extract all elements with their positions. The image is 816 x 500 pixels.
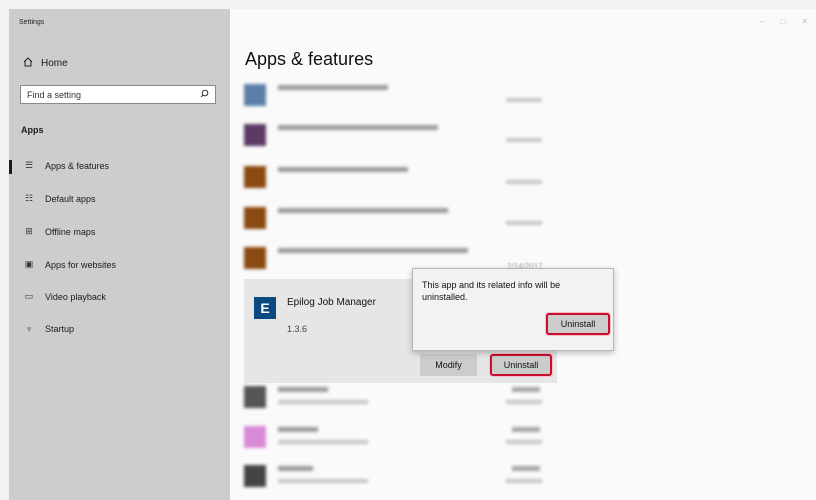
app-name-blurred — [278, 208, 448, 213]
settings-window: Settings Home Find a setting Apps ☰ Apps… — [9, 9, 816, 500]
home-link[interactable]: Home — [23, 57, 68, 70]
app-icon — [244, 465, 266, 487]
app-list-item[interactable] — [244, 120, 544, 150]
apps-for-websites-icon: ▣ — [24, 259, 34, 269]
app-date-blurred — [506, 138, 542, 142]
uninstall-flyout: This app and its related info will be un… — [412, 268, 614, 351]
app-version: 1.3.6 — [287, 324, 308, 334]
sidebar-item-apps-features[interactable]: ☰ Apps & features — [23, 160, 109, 171]
app-list-item[interactable] — [244, 80, 544, 110]
close-icon[interactable]: ✕ — [801, 17, 808, 26]
sidebar-item-label: Default apps — [45, 193, 96, 204]
app-icon — [244, 386, 266, 408]
app-size-blurred — [512, 387, 540, 392]
app-name-blurred — [278, 248, 468, 253]
sidebar-item-label: Video playback — [45, 291, 106, 302]
startup-icon: ♆ — [25, 324, 33, 334]
section-heading: Apps — [21, 125, 44, 135]
app-icon — [244, 166, 266, 188]
app-publisher-blurred — [278, 479, 368, 483]
app-name-blurred — [278, 167, 408, 172]
confirm-uninstall-button[interactable]: Uninstall — [546, 313, 610, 335]
sidebar-item-offline-maps[interactable]: ⊞ Offline maps — [23, 226, 95, 237]
app-list-item[interactable] — [244, 461, 544, 491]
sidebar-item-video-playback[interactable]: ▭ Video playback — [23, 291, 106, 302]
app-name-blurred — [278, 427, 318, 432]
sidebar-item-label: Apps & features — [45, 160, 110, 171]
offline-maps-icon: ⊞ — [25, 226, 33, 236]
app-icon — [244, 247, 266, 269]
app-date-blurred — [506, 400, 542, 404]
epilog-app-icon: E — [254, 297, 276, 319]
minimize-icon[interactable]: – — [760, 17, 764, 26]
window-controls: – □ ✕ — [760, 17, 808, 26]
sidebar-item-label: Apps for websites — [45, 259, 117, 270]
sidebar-item-apps-for-websites[interactable]: ▣ Apps for websites — [23, 259, 116, 270]
sidebar-item-label: Offline maps — [45, 226, 96, 237]
sidebar-item-label: Startup — [45, 324, 75, 334]
app-list-item[interactable] — [244, 382, 544, 412]
sidebar-item-default-apps[interactable]: ☷ Default apps — [23, 193, 96, 204]
page-title: Apps & features — [245, 49, 374, 69]
app-name: Epilog Job Manager — [287, 297, 376, 308]
uninstall-button[interactable]: Uninstall — [490, 354, 552, 376]
window-title: Settings — [19, 19, 45, 26]
app-list-item[interactable] — [244, 203, 544, 233]
app-size-blurred — [512, 466, 540, 471]
app-icon — [244, 426, 266, 448]
home-label: Home — [41, 58, 68, 69]
app-date-blurred — [506, 479, 542, 483]
app-publisher-blurred — [278, 440, 368, 444]
app-name-blurred — [278, 85, 388, 90]
app-name-blurred — [278, 466, 313, 471]
app-icon — [244, 84, 266, 106]
main-content: – □ ✕ Apps & features 2/14/2017 E Epilog… — [230, 9, 816, 500]
modify-button[interactable]: Modify — [420, 354, 477, 376]
app-publisher-blurred — [278, 400, 368, 404]
maximize-icon[interactable]: □ — [780, 17, 785, 26]
app-date-blurred — [506, 180, 542, 184]
search-input[interactable]: Find a setting — [20, 85, 216, 104]
app-date-blurred — [506, 221, 542, 225]
app-icon — [244, 124, 266, 146]
flyout-message: This app and its related info will be un… — [422, 280, 561, 302]
app-name-blurred — [278, 387, 328, 392]
home-icon — [23, 57, 33, 70]
app-date-blurred — [506, 98, 542, 102]
selection-indicator — [9, 160, 12, 174]
search-placeholder: Find a setting — [27, 89, 82, 100]
app-size-blurred — [512, 427, 540, 432]
sidebar: Settings Home Find a setting Apps ☰ Apps… — [9, 9, 230, 500]
search-icon[interactable] — [200, 89, 209, 100]
sidebar-item-startup[interactable]: ♆ Startup — [23, 324, 74, 334]
video-playback-icon: ▭ — [24, 291, 34, 301]
app-list-item[interactable] — [244, 162, 544, 192]
app-list-item[interactable] — [244, 422, 544, 452]
default-apps-icon: ☷ — [24, 193, 34, 203]
app-name-blurred — [278, 125, 438, 130]
app-date-blurred — [506, 440, 542, 444]
apps-features-icon: ☰ — [24, 160, 34, 170]
app-icon — [244, 207, 266, 229]
